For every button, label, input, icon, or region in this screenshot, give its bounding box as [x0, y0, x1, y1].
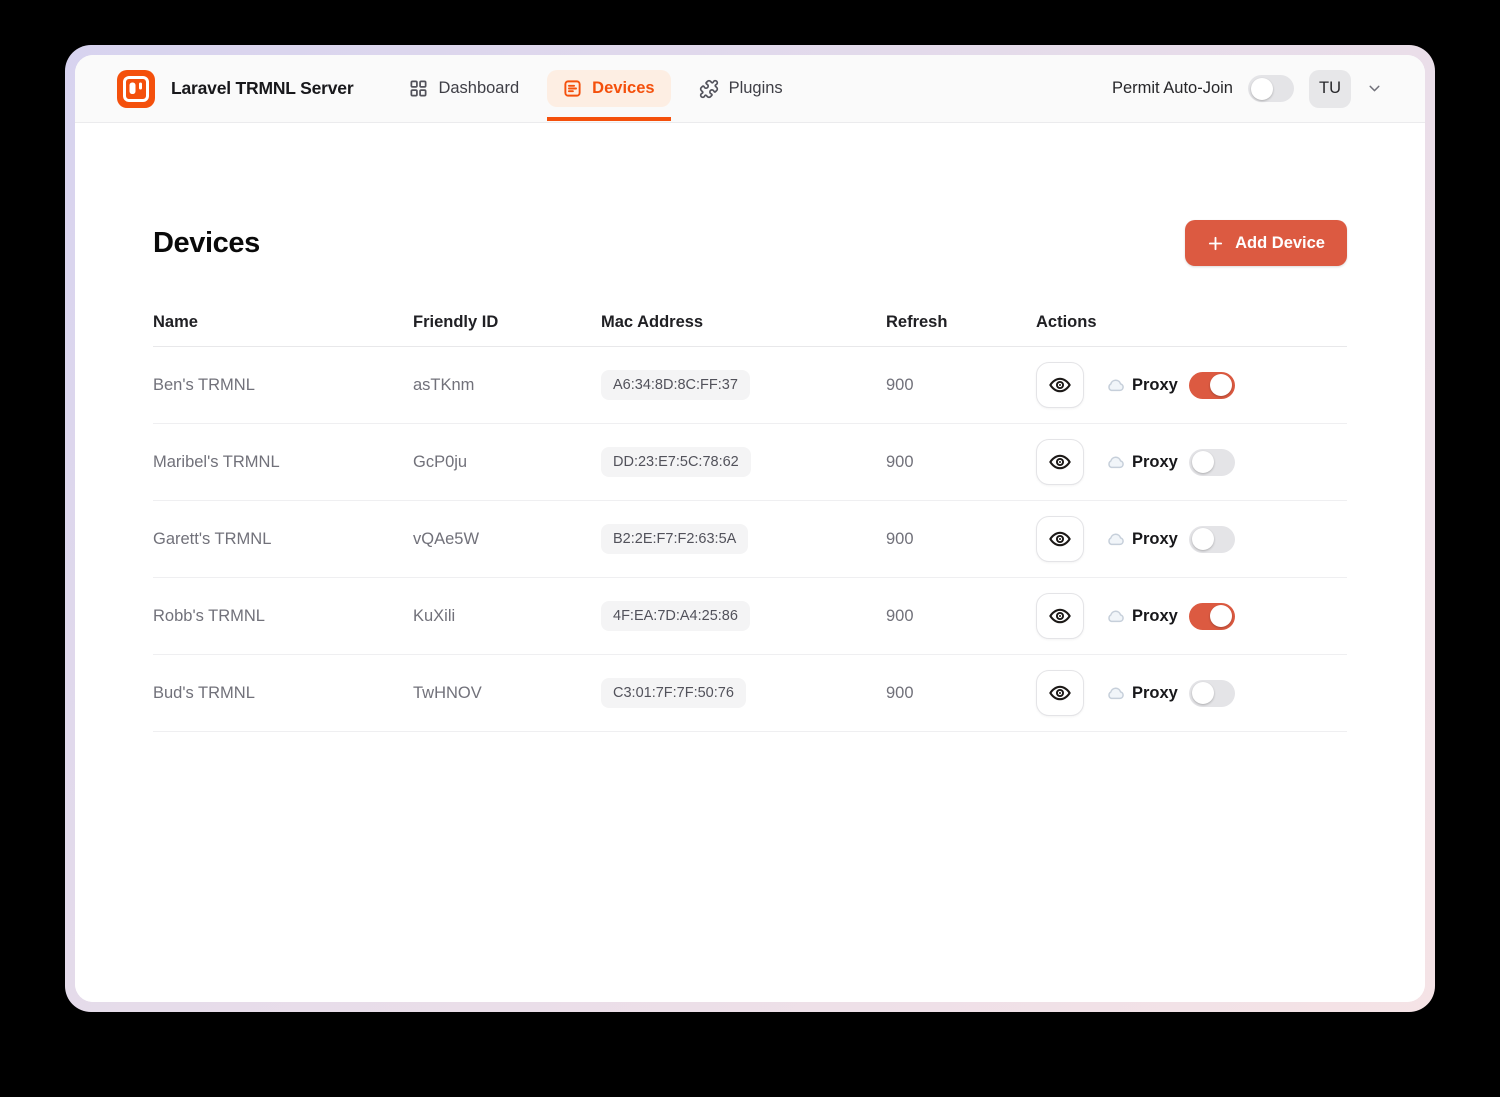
- view-device-button[interactable]: [1036, 439, 1084, 485]
- device-mac-badge: B2:2E:F7:F2:63:5A: [601, 524, 748, 554]
- proxy-toggle[interactable]: [1189, 526, 1235, 553]
- toggle-knob: [1251, 78, 1273, 100]
- permit-auto-join-label: Permit Auto-Join: [1112, 79, 1233, 98]
- device-list-icon: [563, 79, 582, 98]
- column-header-refresh: Refresh: [886, 313, 1036, 332]
- main-nav: Dashboard Devices: [393, 70, 798, 108]
- view-device-button[interactable]: [1036, 670, 1084, 716]
- device-name: Robb's TRMNL: [153, 607, 413, 626]
- device-refresh: 900: [886, 684, 1036, 703]
- device-name: Garett's TRMNL: [153, 530, 413, 549]
- cloud-icon: [1106, 606, 1126, 626]
- cloud-icon: [1106, 683, 1126, 703]
- proxy-toggle[interactable]: [1189, 680, 1235, 707]
- device-refresh: 900: [886, 607, 1036, 626]
- device-actions: Proxy: [1036, 516, 1347, 562]
- page-title: Devices: [153, 227, 260, 260]
- eye-icon: [1049, 374, 1071, 396]
- app-title: Laravel TRMNL Server: [171, 78, 353, 99]
- column-header-mac: Mac Address: [601, 313, 886, 332]
- device-name: Ben's TRMNL: [153, 376, 413, 395]
- device-actions: Proxy: [1036, 593, 1347, 639]
- avatar-initials: TU: [1319, 79, 1341, 98]
- column-header-actions: Actions: [1036, 313, 1347, 332]
- device-mac-badge: C3:01:7F:7F:50:76: [601, 678, 746, 708]
- toggle-knob: [1210, 605, 1232, 627]
- cloud-icon: [1106, 529, 1126, 549]
- toggle-knob: [1192, 682, 1214, 704]
- device-mac-badge: 4F:EA:7D:A4:25:86: [601, 601, 750, 631]
- proxy-toggle[interactable]: [1189, 449, 1235, 476]
- device-friendly-id: GcP0ju: [413, 453, 601, 472]
- app-window: Laravel TRMNL Server Dashboard: [75, 55, 1425, 1002]
- device-friendly-id: vQAe5W: [413, 530, 601, 549]
- screenshot-background: Laravel TRMNL Server Dashboard: [0, 0, 1500, 1097]
- proxy-label: Proxy: [1132, 530, 1178, 549]
- proxy-toggle[interactable]: [1189, 603, 1235, 630]
- device-actions: Proxy: [1036, 670, 1347, 716]
- main-content: Devices Add Device Name Friendly ID Mac …: [75, 123, 1425, 1002]
- nav-item-dashboard[interactable]: Dashboard: [393, 70, 535, 107]
- device-name: Maribel's TRMNL: [153, 453, 413, 472]
- toggle-knob: [1210, 374, 1232, 396]
- puzzle-icon: [699, 79, 719, 99]
- cloud-icon: [1106, 375, 1126, 395]
- device-actions: Proxy: [1036, 362, 1347, 408]
- device-friendly-id: TwHNOV: [413, 684, 601, 703]
- proxy-label: Proxy: [1132, 376, 1178, 395]
- table-row: Maribel's TRMNL GcP0ju DD:23:E7:5C:78:62…: [153, 424, 1347, 501]
- trmnl-logo-icon: [117, 70, 155, 108]
- nav-dashboard-label: Dashboard: [438, 79, 519, 98]
- page-heading-row: Devices Add Device: [153, 220, 1347, 266]
- nav-devices-label: Devices: [592, 79, 654, 98]
- eye-icon: [1049, 682, 1071, 704]
- device-refresh: 900: [886, 530, 1036, 549]
- proxy-toggle[interactable]: [1189, 372, 1235, 399]
- header-right-controls: Permit Auto-Join TU: [1112, 70, 1383, 108]
- device-name: Bud's TRMNL: [153, 684, 413, 703]
- user-avatar[interactable]: TU: [1309, 70, 1351, 108]
- eye-icon: [1049, 528, 1071, 550]
- eye-icon: [1049, 451, 1071, 473]
- add-device-label: Add Device: [1235, 234, 1325, 253]
- view-device-button[interactable]: [1036, 362, 1084, 408]
- device-refresh: 900: [886, 376, 1036, 395]
- brand: Laravel TRMNL Server: [117, 70, 353, 108]
- device-actions: Proxy: [1036, 439, 1347, 485]
- device-refresh: 900: [886, 453, 1036, 472]
- window-frame: Laravel TRMNL Server Dashboard: [65, 45, 1435, 1012]
- proxy-label: Proxy: [1132, 607, 1178, 626]
- chevron-down-icon[interactable]: [1366, 80, 1383, 97]
- nav-item-devices[interactable]: Devices: [547, 70, 670, 107]
- view-device-button[interactable]: [1036, 593, 1084, 639]
- permit-auto-join-toggle[interactable]: [1248, 75, 1294, 102]
- device-mac-badge: DD:23:E7:5C:78:62: [601, 447, 751, 477]
- toggle-knob: [1192, 528, 1214, 550]
- device-friendly-id: asTKnm: [413, 376, 601, 395]
- eye-icon: [1049, 605, 1071, 627]
- nav-item-plugins[interactable]: Plugins: [683, 70, 799, 108]
- column-header-name: Name: [153, 313, 413, 332]
- grid-icon: [409, 79, 428, 98]
- table-row: Garett's TRMNL vQAe5W B2:2E:F7:F2:63:5A …: [153, 501, 1347, 578]
- device-mac-badge: A6:34:8D:8C:FF:37: [601, 370, 750, 400]
- add-device-button[interactable]: Add Device: [1185, 220, 1347, 266]
- table-row: Ben's TRMNL asTKnm A6:34:8D:8C:FF:37 900: [153, 347, 1347, 424]
- devices-table-body: Ben's TRMNL asTKnm A6:34:8D:8C:FF:37 900: [153, 347, 1347, 732]
- proxy-label: Proxy: [1132, 684, 1178, 703]
- toggle-knob: [1192, 451, 1214, 473]
- table-header-row: Name Friendly ID Mac Address Refresh Act…: [153, 299, 1347, 347]
- view-device-button[interactable]: [1036, 516, 1084, 562]
- table-row: Bud's TRMNL TwHNOV C3:01:7F:7F:50:76 900: [153, 655, 1347, 732]
- nav-plugins-label: Plugins: [729, 79, 783, 98]
- cloud-icon: [1106, 452, 1126, 472]
- device-friendly-id: KuXili: [413, 607, 601, 626]
- plus-icon: [1207, 235, 1224, 252]
- top-navigation-bar: Laravel TRMNL Server Dashboard: [75, 55, 1425, 123]
- table-row: Robb's TRMNL KuXili 4F:EA:7D:A4:25:86 90…: [153, 578, 1347, 655]
- column-header-friendly-id: Friendly ID: [413, 313, 601, 332]
- proxy-label: Proxy: [1132, 453, 1178, 472]
